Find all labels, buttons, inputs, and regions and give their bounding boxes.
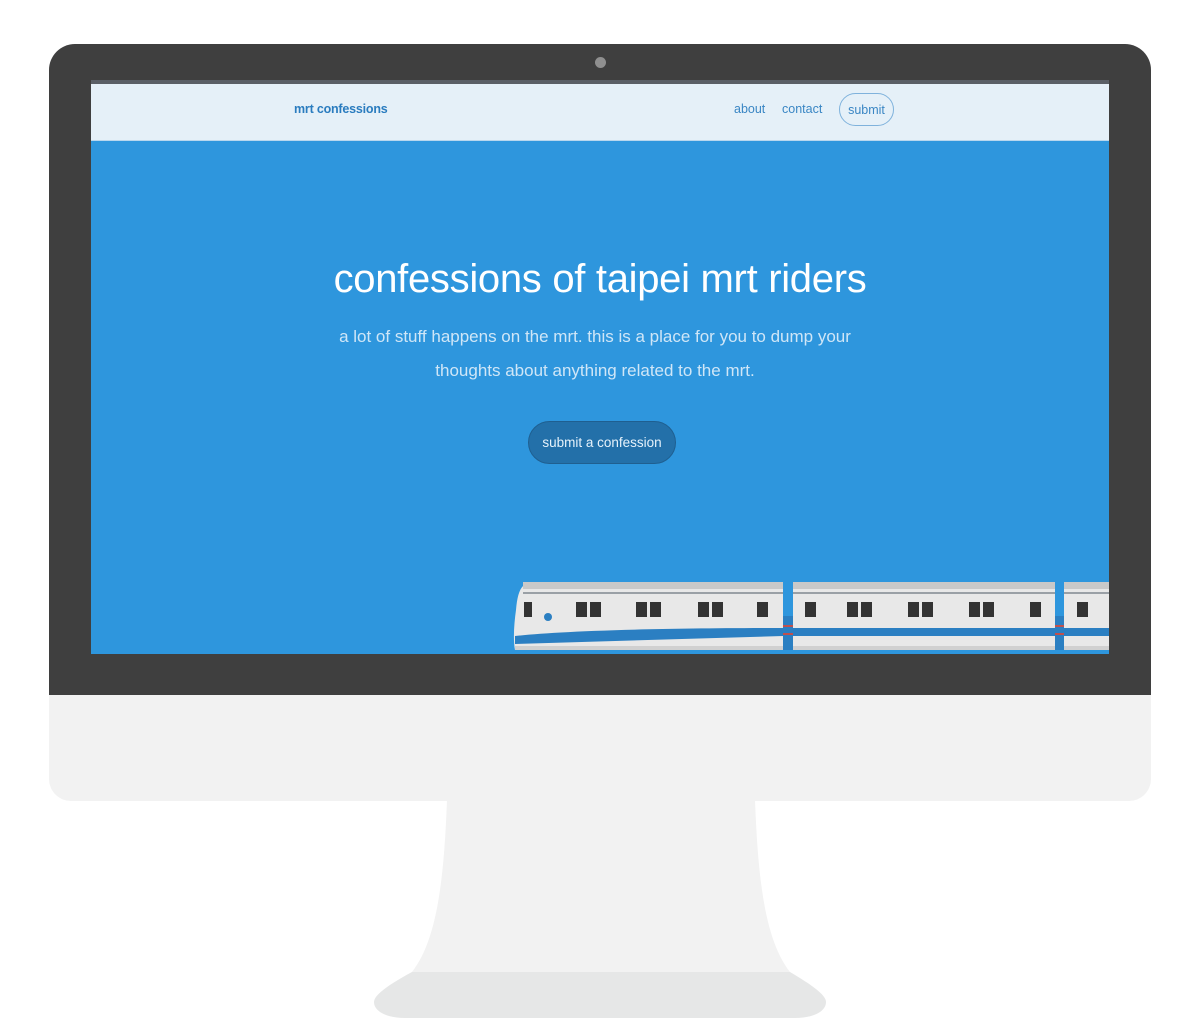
train-car-rear bbox=[1064, 582, 1109, 650]
submit-confession-button[interactable]: submit a confession bbox=[528, 421, 676, 464]
brand-link[interactable]: mrt confessions bbox=[294, 102, 388, 116]
nav-submit-button[interactable]: submit bbox=[839, 93, 894, 126]
navbar: mrt confessions about contact submit bbox=[91, 84, 1109, 141]
train-car-front bbox=[513, 582, 783, 650]
train-car-middle bbox=[793, 582, 1055, 650]
hero-subtitle: a lot of stuff happens on the mrt. this … bbox=[339, 327, 851, 380]
screen: mrt confessions about contact submit con… bbox=[91, 80, 1109, 654]
nav-about-link[interactable]: about bbox=[734, 102, 765, 116]
train-illustration bbox=[513, 582, 1109, 650]
hero-title: confessions of taipei mrt riders bbox=[333, 257, 867, 301]
nav-contact-link[interactable]: contact bbox=[782, 102, 822, 116]
camera-icon bbox=[595, 57, 606, 68]
monitor-chin bbox=[49, 695, 1151, 801]
